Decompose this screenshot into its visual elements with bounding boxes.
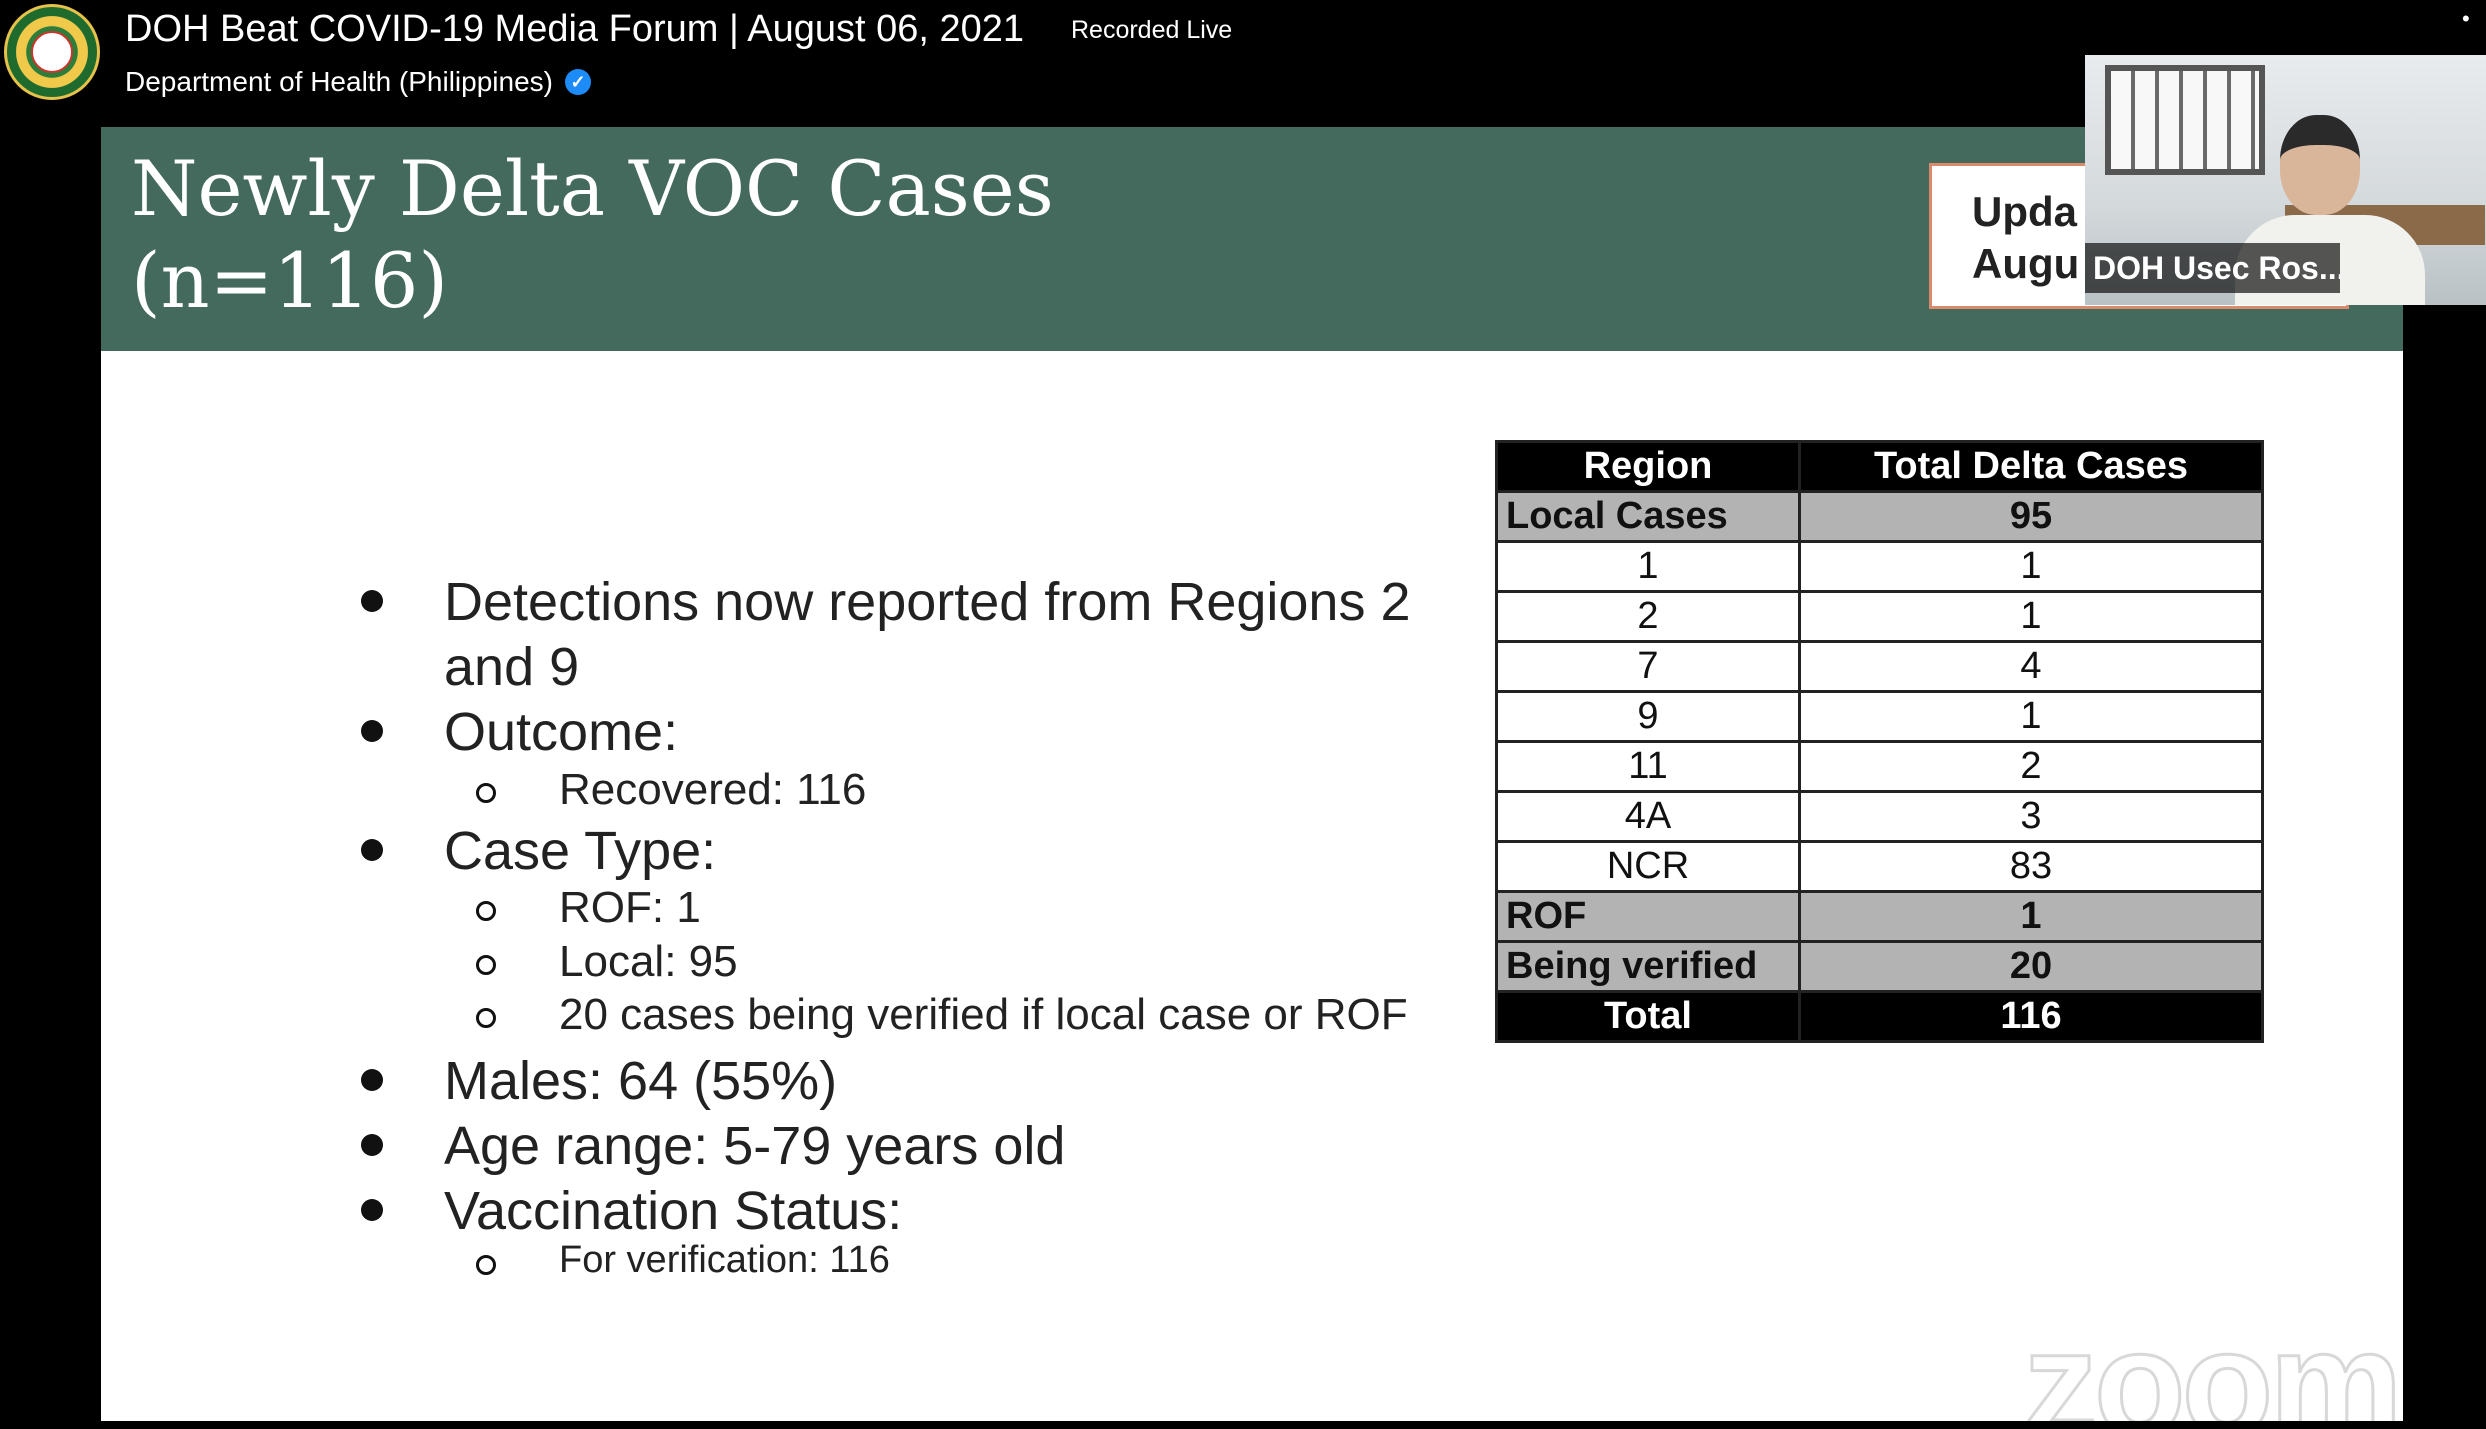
doh-seal-logo[interactable] — [4, 4, 100, 100]
bullet-males: Males: 64 (55%) — [444, 1051, 838, 1111]
table-header-row: Region Total Delta Cases — [1495, 440, 2264, 493]
bullet-detections-cont: and 9 — [444, 637, 580, 697]
presentation-slide: Newly Delta VOC Cases (n=116) Upda Augu … — [101, 127, 2403, 1421]
header-total-delta-cases: Total Delta Cases — [1798, 440, 2264, 493]
speaker-head — [2280, 115, 2360, 215]
table-row: 21 — [1495, 590, 2264, 643]
speaker-video-thumbnail[interactable]: DOH Usec Ros... — [2085, 55, 2486, 305]
cell-cases: 20 — [1798, 940, 2264, 993]
speaker-name-label: DOH Usec Ros... — [2085, 243, 2340, 293]
background-window — [2105, 65, 2265, 175]
slide-title: Newly Delta VOC Cases (n=116) — [131, 143, 1054, 327]
cell-cases: 1 — [1798, 540, 2264, 593]
cell-cases: 1 — [1798, 690, 2264, 743]
sub-bullet-for-verification: For verification: 116 — [559, 1239, 890, 1281]
bullet-dot — [361, 720, 383, 742]
header-region: Region — [1495, 440, 1801, 493]
cell-cases: 83 — [1798, 840, 2264, 893]
channel-name-text[interactable]: Department of Health (Philippines) — [125, 66, 553, 98]
bullet-case-type: Case Type: — [444, 821, 717, 881]
cell-region: 2 — [1495, 590, 1801, 643]
bullet-dot — [361, 1134, 383, 1156]
cell-region: 1 — [1495, 540, 1801, 593]
bullet-outcome: Outcome: — [444, 702, 679, 762]
cell-region: NCR — [1495, 840, 1801, 893]
table-row: Being verified 20 — [1495, 940, 2264, 993]
table-row: 11 2 — [1495, 740, 2264, 793]
updated-date-text: Upda Augu — [1972, 188, 2080, 287]
bullet-dot — [361, 1199, 383, 1221]
sub-bullet-recovered: Recovered: 116 — [559, 765, 867, 814]
cell-region: 9 — [1495, 690, 1801, 743]
sub-bullet-local: Local: 95 — [559, 937, 738, 986]
table-row: 91 — [1495, 690, 2264, 743]
bullet-dot — [361, 1069, 383, 1091]
cell-region: 4A — [1495, 790, 1801, 843]
verified-icon: ✓ — [564, 69, 591, 95]
cell-region: Local Cases — [1495, 490, 1801, 543]
sub-bullet-verifying: 20 cases being verified if local case or… — [559, 990, 1408, 1039]
slide-header: Newly Delta VOC Cases (n=116) Upda Augu — [101, 127, 2403, 351]
sub-bullet-circle — [476, 783, 496, 803]
cell-cases: 1 — [1798, 890, 2264, 943]
cell-cases: 3 — [1798, 790, 2264, 843]
sub-bullet-circle — [476, 1255, 496, 1275]
table-row: 4A 3 — [1495, 790, 2264, 843]
zoom-watermark: zoom — [2022, 1298, 2403, 1422]
cell-total-label: Total — [1495, 990, 1801, 1043]
bullet-dot — [361, 590, 383, 612]
bullet-age: Age range: 5-79 years old — [444, 1116, 1066, 1176]
table-row: Local Cases 95 — [1495, 490, 2264, 543]
cell-region: 11 — [1495, 740, 1801, 793]
cell-cases: 4 — [1798, 640, 2264, 693]
channel-name[interactable]: Department of Health (Philippines) ✓ — [125, 66, 591, 98]
cell-region: Being verified — [1495, 940, 1801, 993]
table-row: NCR 83 — [1495, 840, 2264, 893]
recorded-live-label: Recorded Live — [1071, 16, 1233, 44]
slide-title-line1: Newly Delta VOC Cases — [131, 144, 1054, 233]
delta-cases-table: Region Total Delta Cases Local Cases 95 1 1… — [1495, 440, 2264, 1043]
video-title[interactable]: DOH Beat COVID-19 Media Forum | August 0… — [125, 8, 1024, 51]
table-total-row: Total 116 — [1495, 990, 2264, 1043]
sub-bullet-circle — [476, 955, 496, 975]
sub-bullet-rof: ROF: 1 — [559, 883, 701, 932]
sub-bullet-circle — [476, 901, 496, 921]
bullet-detections: Detections now reported from Regions 2 — [444, 572, 1411, 632]
table-row: 74 — [1495, 640, 2264, 693]
cell-region: 7 — [1495, 640, 1801, 693]
sub-bullet-circle — [476, 1008, 496, 1028]
bullet-vaccination: Vaccination Status: — [444, 1181, 903, 1241]
more-options-icon[interactable]: • — [2462, 6, 2470, 32]
cell-cases: 95 — [1798, 490, 2264, 543]
slide-title-line2: (n=116) — [131, 236, 448, 325]
cell-cases: 1 — [1798, 590, 2264, 643]
cell-cases: 2 — [1798, 740, 2264, 793]
cell-total-value: 116 — [1798, 990, 2264, 1043]
cell-region: ROF — [1495, 890, 1801, 943]
table-row: ROF 1 — [1495, 890, 2264, 943]
table-row: 11 — [1495, 540, 2264, 593]
bullet-dot — [361, 839, 383, 861]
